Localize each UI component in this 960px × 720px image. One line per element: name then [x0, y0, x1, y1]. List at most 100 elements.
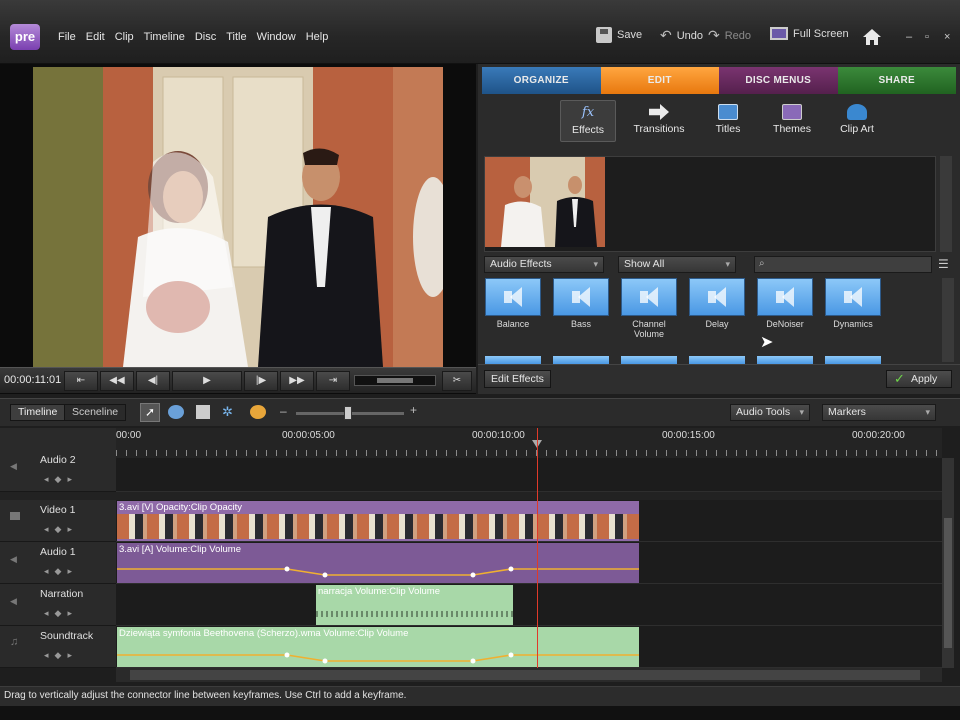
selection-tool-icon[interactable]: ➚ [140, 403, 160, 422]
go-to-next-edit-button[interactable]: ⇥ [316, 371, 350, 391]
scroll-thumb[interactable] [944, 518, 952, 648]
close-icon[interactable]: × [944, 31, 950, 43]
shuttle-slider[interactable] [354, 375, 436, 386]
zoom-slider-thumb[interactable] [344, 406, 352, 420]
speaker-icon [485, 278, 541, 316]
effect-tile-partial[interactable] [825, 356, 881, 364]
audio-clip[interactable]: 3.avi [A] Volume:Clip Volume [117, 543, 639, 583]
preview-scrollbar[interactable] [940, 156, 952, 252]
redo-button[interactable]: ↷ Redo [708, 27, 751, 44]
play-button[interactable]: ▶ [172, 371, 242, 391]
video-preview[interactable] [33, 67, 443, 367]
menu-timeline[interactable]: Timeline [144, 31, 185, 43]
subtab-themes[interactable]: Themes [762, 100, 822, 142]
effect-category-dropdown[interactable]: Audio Effects [484, 256, 604, 273]
bottom-strip [0, 706, 960, 720]
keyframe-nav[interactable]: ◂◆▸ [44, 474, 78, 485]
subtab-clip-art[interactable]: Clip Art [826, 100, 888, 142]
time-stretch-icon[interactable] [168, 405, 184, 419]
subtab-clip-art-label: Clip Art [840, 123, 874, 135]
effect-channel-volume[interactable]: Channel Volume [620, 278, 678, 339]
list-view-icon[interactable]: ☰ [938, 257, 949, 271]
audio-tools-dropdown[interactable]: Audio Tools [730, 404, 810, 421]
smart-mix-icon[interactable] [250, 405, 266, 419]
rewind-button[interactable]: ◀◀ [100, 371, 134, 391]
menu-disc[interactable]: Disc [195, 31, 216, 43]
music-note-icon: ♫ [10, 636, 19, 648]
effect-denoiser[interactable]: DeNoiser [756, 278, 814, 329]
smart-fix-icon[interactable]: ✲ [222, 404, 233, 420]
track-video-1[interactable]: 3.avi [V] Opacity:Clip Opacity [116, 500, 942, 542]
ruler-label: 00:00:15:00 [662, 430, 715, 441]
properties-icon[interactable] [196, 405, 210, 419]
track-audio-1[interactable]: 3.avi [A] Volume:Clip Volume [116, 542, 942, 584]
timeline-horizontal-scrollbar[interactable] [116, 668, 942, 682]
track-head-audio-2: ◀ Audio 2 ◂◆▸ [0, 450, 116, 492]
menu-edit[interactable]: Edit [86, 31, 105, 43]
step-back-button[interactable]: ◀| [136, 371, 170, 391]
effect-filter-dropdown[interactable]: Show All [618, 256, 736, 273]
keyframe-nav[interactable]: ◂◆▸ [44, 650, 78, 661]
track-narration[interactable]: narracja Volume:Clip Volume [116, 584, 942, 626]
home-icon[interactable] [862, 28, 882, 46]
time-ruler[interactable]: 00:00 00:00:05:00 00:00:10:00 00:00:15:0… [116, 428, 942, 458]
apply-button[interactable]: ✓ Apply [886, 370, 952, 388]
zoom-out-icon[interactable]: – [280, 404, 287, 418]
effect-search-input[interactable]: ⌕ [754, 256, 932, 273]
effect-tile-partial[interactable] [553, 356, 609, 364]
subtab-transitions[interactable]: Transitions [624, 100, 694, 142]
edit-effects-button[interactable]: Edit Effects [484, 370, 551, 388]
effect-tile-partial[interactable] [689, 356, 745, 364]
minimize-icon[interactable]: – [906, 31, 912, 43]
tab-sceneline[interactable]: Sceneline [64, 404, 127, 421]
subtab-effects[interactable]: fx Effects [560, 100, 616, 142]
zoom-slider[interactable] [296, 406, 404, 420]
zoom-in-icon[interactable]: + [410, 403, 417, 417]
timecode-display[interactable]: 00:00:11:01 [4, 374, 61, 386]
tab-timeline[interactable]: Timeline [10, 404, 66, 421]
fullscreen-button[interactable]: Full Screen [770, 27, 849, 40]
keyframe-nav[interactable]: ◂◆▸ [44, 608, 78, 619]
keyframe-nav[interactable]: ◂◆▸ [44, 566, 78, 577]
scroll-thumb[interactable] [130, 670, 920, 680]
effects-action-bar: Edit Effects ✓ Apply [478, 364, 960, 394]
effect-label: Bass [570, 319, 591, 329]
fast-forward-button[interactable]: ▶▶ [280, 371, 314, 391]
menu-window[interactable]: Window [257, 31, 296, 43]
split-clip-icon[interactable]: ✂ [442, 371, 472, 391]
soundtrack-clip[interactable]: Dziewiąta symfonia Beethovena (Scherzo).… [117, 627, 639, 667]
volume-envelope[interactable] [117, 543, 639, 583]
speaker-icon: ◀ [10, 461, 17, 471]
markers-dropdown[interactable]: Markers [822, 404, 936, 421]
tab-disc-menus[interactable]: DISC MENUS [719, 67, 838, 94]
timeline-vertical-scrollbar[interactable] [942, 458, 954, 668]
step-forward-button[interactable]: |▶ [244, 371, 278, 391]
track-soundtrack[interactable]: Dziewiąta symfonia Beethovena (Scherzo).… [116, 626, 942, 668]
menu-clip[interactable]: Clip [115, 31, 134, 43]
effects-scrollbar[interactable] [942, 278, 954, 362]
volume-envelope[interactable] [117, 627, 639, 667]
effect-dynamics[interactable]: Dynamics [824, 278, 882, 329]
subtab-titles[interactable]: Titles [698, 100, 758, 142]
effect-tile-partial[interactable] [485, 356, 541, 364]
menu-file[interactable]: File [58, 31, 76, 43]
playhead-line[interactable] [537, 428, 538, 668]
save-button[interactable]: Save [596, 27, 642, 43]
undo-button[interactable]: ↶ Undo [660, 27, 703, 44]
effect-balance[interactable]: Balance [484, 278, 542, 329]
effect-tile-partial[interactable] [757, 356, 813, 364]
effect-bass[interactable]: Bass [552, 278, 610, 329]
menu-help[interactable]: Help [306, 31, 329, 43]
video-clip[interactable]: 3.avi [V] Opacity:Clip Opacity [117, 501, 639, 541]
narration-clip[interactable]: narracja Volume:Clip Volume [316, 585, 513, 625]
effect-delay[interactable]: Delay [688, 278, 746, 329]
restore-icon[interactable]: ▫ [925, 31, 929, 43]
keyframe-nav[interactable]: ◂◆▸ [44, 524, 78, 535]
effect-tile-partial[interactable] [621, 356, 677, 364]
go-to-previous-edit-button[interactable]: ⇤ [64, 371, 98, 391]
track-audio-2[interactable] [116, 458, 942, 492]
menu-title[interactable]: Title [226, 31, 246, 43]
tab-edit[interactable]: EDIT [600, 67, 719, 94]
tab-organize[interactable]: ORGANIZE [482, 67, 601, 94]
tab-share[interactable]: SHARE [837, 67, 956, 94]
